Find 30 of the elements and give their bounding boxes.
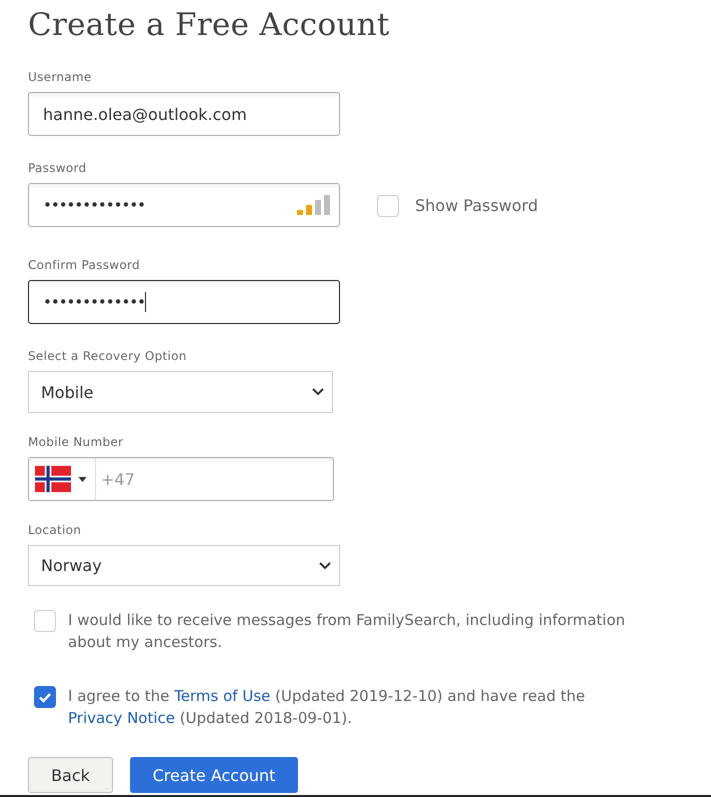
page-title: Create a Free Account (28, 6, 391, 45)
create-account-button[interactable]: Create Account (130, 757, 298, 793)
field-label: Location (28, 522, 82, 538)
checkbox[interactable] (34, 686, 56, 708)
field-label: Confirm Password (28, 257, 141, 273)
chevron-down-icon (312, 388, 324, 396)
link[interactable]: Privacy Notice (68, 709, 175, 727)
caret-icon (78, 476, 87, 482)
username-field[interactable]: hanne.olea@outlook.com (28, 92, 340, 136)
field-label: Select a Recovery Option (28, 348, 188, 364)
checkbox-label: Show Password (415, 196, 538, 214)
dropdown[interactable]: Mobile (28, 371, 333, 413)
dropdown-value: Mobile (41, 382, 94, 402)
placeholder-text: +47 (100, 470, 136, 488)
password-field[interactable]: ••••••••••••• (28, 280, 340, 324)
password-field[interactable]: ••••••••••••• (28, 183, 340, 227)
consent-text: I agree to the Terms of Use (Updated 2019-12-10) and have read the Privacy Notice (Updated 2018-09-01). (68, 686, 586, 729)
masked-password: ••••••••••••• (43, 293, 146, 311)
field-label: Username (28, 69, 93, 85)
flag-icon (35, 465, 71, 493)
masked-password: ••••••••••••• (43, 196, 146, 214)
field-label: Mobile Number (28, 434, 124, 450)
field-label: Password (28, 160, 88, 176)
dropdown[interactable]: Norway (28, 545, 340, 586)
dropdown-value: Norway (41, 556, 102, 575)
back-button[interactable]: Back (28, 757, 113, 793)
field-value: hanne.olea@outlook.com (43, 104, 247, 124)
link[interactable]: Terms of Use (174, 687, 270, 705)
consent-text: I would like to receive messages from FamilySearch, including information about my ancestors. (68, 610, 626, 653)
chevron-down-icon (319, 562, 331, 570)
